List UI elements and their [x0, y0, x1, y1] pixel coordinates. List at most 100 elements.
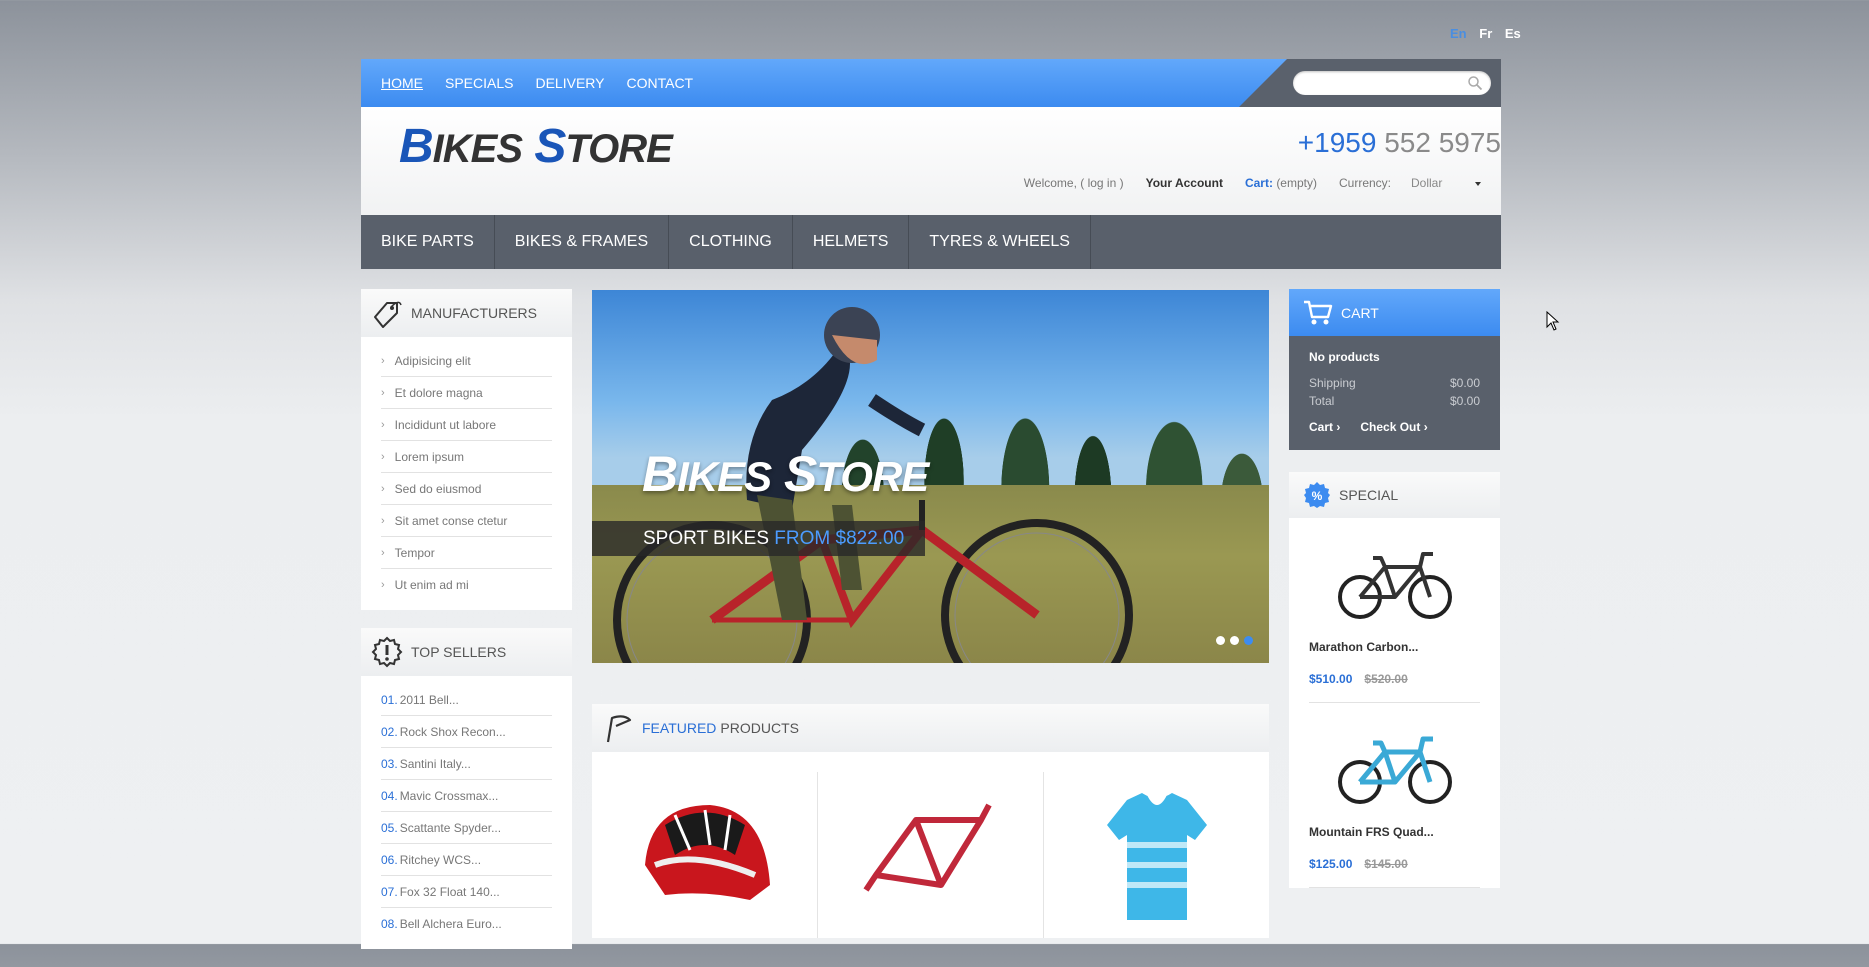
bike-image: [1337, 552, 1452, 619]
list-item[interactable]: 08. Bell Alchera Euro...: [381, 908, 552, 939]
cart-links: Cart › Check Out ›: [1309, 420, 1480, 434]
header-cart-link[interactable]: Cart: (empty): [1245, 176, 1317, 190]
featured-item-jersey[interactable]: [1044, 772, 1269, 938]
header-cart-value: (empty): [1276, 176, 1317, 190]
phone-digits: 552 5975: [1384, 127, 1501, 158]
special-product-name[interactable]: Marathon Carbon...: [1309, 640, 1480, 654]
product-old-price: $145.00: [1364, 857, 1408, 871]
list-item[interactable]: › Sed do eiusmod: [381, 473, 552, 505]
lang-fr[interactable]: Fr: [1479, 26, 1492, 41]
list-item[interactable]: › Et dolore magna: [381, 377, 552, 409]
special-product[interactable]: Mountain FRS Quad... $125.00 $145.00: [1309, 703, 1480, 888]
rank-number: 02.: [381, 724, 398, 739]
tag-icon: [374, 301, 402, 328]
slider-caption-text: SPORT BIKES: [643, 528, 770, 549]
lang-es[interactable]: Es: [1505, 26, 1521, 41]
bike-frame-image: [863, 803, 992, 892]
category-helmets[interactable]: HELMETS: [793, 215, 910, 269]
nav-home[interactable]: HOME: [381, 75, 423, 91]
category-bike-parts[interactable]: BIKE PARTS: [361, 215, 495, 269]
left-column: MANUFACTURERS › Adipisicing elit › Et dolo…: [361, 289, 572, 967]
currency-dropdown[interactable]: Dollar: [1411, 176, 1481, 190]
logo[interactable]: BIKES STORE: [399, 119, 673, 174]
lang-en[interactable]: En: [1450, 26, 1467, 41]
list-item[interactable]: 05. Scattante Spyder...: [381, 812, 552, 844]
language-switcher: En Fr Es: [1441, 26, 1521, 41]
cart-body: No products Shipping $0.00 Total $0.00 Car…: [1289, 336, 1500, 450]
slider-dot-2[interactable]: [1230, 636, 1239, 645]
user-bar: Welcome, ( log in ) Your Account Cart: (…: [1024, 176, 1481, 190]
hero-slider[interactable]: BIKES STORE SPORT BIKES FROM $822.00: [592, 290, 1269, 663]
list-item[interactable]: › Tempor: [381, 537, 552, 569]
slider-caption-price: FROM $822.00: [774, 528, 905, 549]
slider-title-b: B: [642, 446, 678, 502]
top-sellers-title: TOP SELLERS: [411, 644, 507, 660]
chevron-right-icon: ›: [381, 578, 385, 591]
special-product-name[interactable]: Mountain FRS Quad...: [1309, 825, 1480, 839]
cart-title: CART: [1341, 304, 1379, 321]
featured-title-rest: PRODUCTS: [720, 720, 799, 736]
list-item[interactable]: 07. Fox 32 Float 140...: [381, 876, 552, 908]
list-item-label: Rock Shox Recon...: [399, 724, 506, 739]
search-icon[interactable]: [1467, 75, 1483, 91]
featured-item-helmet[interactable]: [592, 772, 818, 938]
special-title: SPECIAL: [1339, 487, 1399, 503]
special-product[interactable]: Marathon Carbon... $510.00 $520.00: [1309, 518, 1480, 703]
rank-number: 04.: [381, 788, 398, 803]
header-cart-label: Cart:: [1244, 176, 1273, 190]
slider-dot-3[interactable]: [1244, 636, 1253, 645]
currency-selector: Currency: Dollar: [1339, 176, 1481, 190]
logo-ikes: IKES: [432, 127, 523, 171]
chevron-right-icon: ›: [381, 418, 385, 431]
checkout-button-label: Check Out: [1360, 420, 1421, 434]
special-product-prices: $510.00 $520.00: [1309, 672, 1480, 686]
category-clothing[interactable]: CLOTHING: [669, 215, 793, 269]
list-item-label: Scattante Spyder...: [399, 820, 502, 835]
nav-contact[interactable]: CONTACT: [626, 75, 693, 91]
rank-number: 07.: [381, 884, 398, 899]
chevron-right-icon: ›: [1336, 420, 1341, 434]
category-tyres-wheels[interactable]: TYRES & WHEELS: [909, 215, 1091, 269]
your-account-link[interactable]: Your Account: [1146, 176, 1223, 190]
manufacturers-list: › Adipisicing elit › Et dolore magna › Inci…: [361, 337, 572, 610]
list-item-label: Santini Italy...: [399, 756, 471, 771]
cart-button[interactable]: Cart ›: [1309, 420, 1340, 434]
checkout-button[interactable]: Check Out ›: [1360, 420, 1427, 434]
category-bikes-frames[interactable]: BIKES & FRAMES: [495, 215, 670, 269]
list-item-label: Lorem ipsum: [394, 449, 465, 464]
nav-delivery[interactable]: DELIVERY: [535, 75, 604, 91]
list-item-label: Sed do eiusmod: [394, 481, 482, 496]
list-item[interactable]: › Sit amet conse ctetur: [381, 505, 552, 537]
slider-title-s: S: [784, 446, 817, 502]
rank-number: 01.: [381, 692, 398, 707]
list-item[interactable]: 01. 2011 Bell...: [381, 684, 552, 716]
list-item[interactable]: › Adipisicing elit: [381, 345, 552, 377]
welcome-login-link[interactable]: Welcome, ( log in ): [1024, 176, 1124, 190]
featured-header: FEATURED PRODUCTS: [592, 704, 1269, 752]
special-product-image[interactable]: [1309, 538, 1480, 626]
currency-label: Currency:: [1338, 176, 1391, 190]
list-item[interactable]: 02. Rock Shox Recon...: [381, 716, 552, 748]
slider-caption[interactable]: SPORT BIKES FROM $822.00: [592, 521, 925, 556]
percent-badge-icon: %: [1304, 482, 1330, 508]
list-item-label: Sit amet conse ctetur: [394, 513, 508, 528]
shipping-value: $0.00: [1449, 376, 1480, 390]
list-item[interactable]: › Lorem ipsum: [381, 441, 552, 473]
logo-b: B: [399, 120, 434, 173]
category-menu: BIKE PARTS BIKES & FRAMES CLOTHING HELME…: [361, 215, 1501, 269]
list-item[interactable]: › Incididunt ut labore: [381, 409, 552, 441]
nav-specials[interactable]: SPECIALS: [445, 75, 513, 91]
list-item[interactable]: 06. Ritchey WCS...: [381, 844, 552, 876]
chevron-right-icon: ›: [1423, 420, 1428, 434]
featured-item-frame[interactable]: [818, 772, 1044, 938]
featured-title-highlight: FEATURED: [642, 720, 717, 736]
list-item[interactable]: 03. Santini Italy...: [381, 748, 552, 780]
search-input[interactable]: [1303, 71, 1467, 97]
top-bar: HOME SPECIALS DELIVERY CONTACT: [361, 59, 1501, 107]
slider-dot-1[interactable]: [1216, 636, 1225, 645]
list-item[interactable]: › Ut enim ad mi: [381, 569, 552, 600]
product-old-price: $520.00: [1364, 672, 1408, 686]
special-product-image[interactable]: [1309, 723, 1480, 811]
list-item[interactable]: 04. Mavic Crossmax...: [381, 780, 552, 812]
chevron-right-icon: ›: [381, 450, 385, 463]
